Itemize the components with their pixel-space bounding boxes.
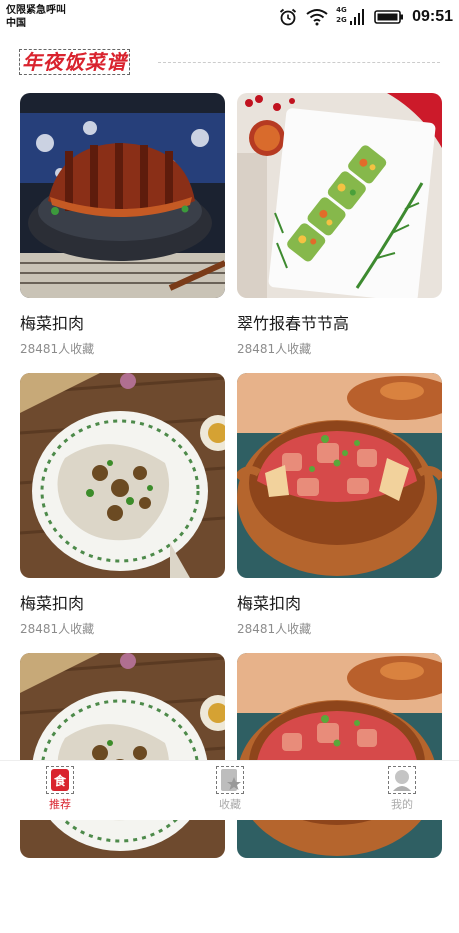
nav-label-recommend: 推荐	[49, 798, 71, 811]
status-time: 09:51	[412, 8, 453, 25]
carrier-line-2: 中国	[6, 18, 26, 29]
recipe-image-braised-pork[interactable]	[20, 93, 225, 298]
recipe-favorites: 28481人收藏	[237, 622, 312, 636]
header-divider	[158, 62, 440, 63]
nav-label-favorite: 收藏	[219, 798, 241, 811]
wifi-icon	[306, 8, 328, 26]
recipe-favorites: 28481人收藏	[20, 622, 95, 636]
recipe-favorites: 28481人收藏	[237, 342, 312, 356]
nav-item-profile[interactable]: 我的	[372, 766, 432, 817]
recipe-title: 梅菜扣肉	[20, 314, 85, 333]
recommend-icon[interactable]: 食	[46, 766, 74, 794]
recipe-title: 梅菜扣肉	[237, 594, 302, 613]
network-label-1: 4G	[336, 6, 347, 14]
recipe-image-cucumber-bamboo[interactable]	[237, 93, 442, 298]
recipe-card[interactable]: 梅菜扣肉 28481人收藏	[20, 373, 225, 653]
page-title: 年夜饭菜谱	[19, 49, 130, 75]
nav-item-favorite[interactable]: 收藏	[200, 766, 260, 817]
network-label-2: 2G	[336, 16, 347, 24]
carrier-line-1: 仅限紧急呼叫	[6, 5, 66, 16]
battery-icon	[374, 9, 404, 25]
svg-text:食: 食	[53, 773, 67, 788]
recipe-title: 梅菜扣肉	[20, 594, 85, 613]
page-header: 年夜饭菜谱	[19, 49, 440, 76]
recipe-card[interactable]: 梅菜扣肉 28481人收藏	[20, 93, 225, 373]
recipe-title: 翠竹报春节节高	[237, 314, 350, 333]
recipe-card[interactable]: 梅菜扣肉 28481人收藏	[237, 373, 442, 653]
recipe-image-clay-pot[interactable]	[237, 653, 442, 858]
recipe-image-steamed-fish[interactable]	[20, 653, 225, 858]
signal-icon: 4G 2G	[336, 6, 366, 28]
status-icons: 4G 2G 09:51	[278, 6, 453, 28]
recipe-image-clay-pot[interactable]	[237, 373, 442, 578]
recipe-card[interactable]: 翠竹报春节节高 28481人收藏	[237, 93, 442, 373]
alarm-icon	[278, 7, 298, 27]
nav-item-recommend[interactable]: 食 推荐	[30, 766, 90, 817]
recipe-favorites: 28481人收藏	[20, 342, 95, 356]
favorite-icon[interactable]	[216, 766, 244, 794]
bottom-nav: 食 推荐 收藏 我的	[0, 760, 459, 820]
recipe-image-steamed-fish[interactable]	[20, 373, 225, 578]
profile-icon[interactable]	[388, 766, 416, 794]
status-bar: 仅限紧急呼叫 中国 4G 2G 09:51	[0, 0, 459, 34]
nav-label-profile: 我的	[391, 798, 413, 811]
carrier-info: 仅限紧急呼叫 中国	[6, 4, 66, 30]
